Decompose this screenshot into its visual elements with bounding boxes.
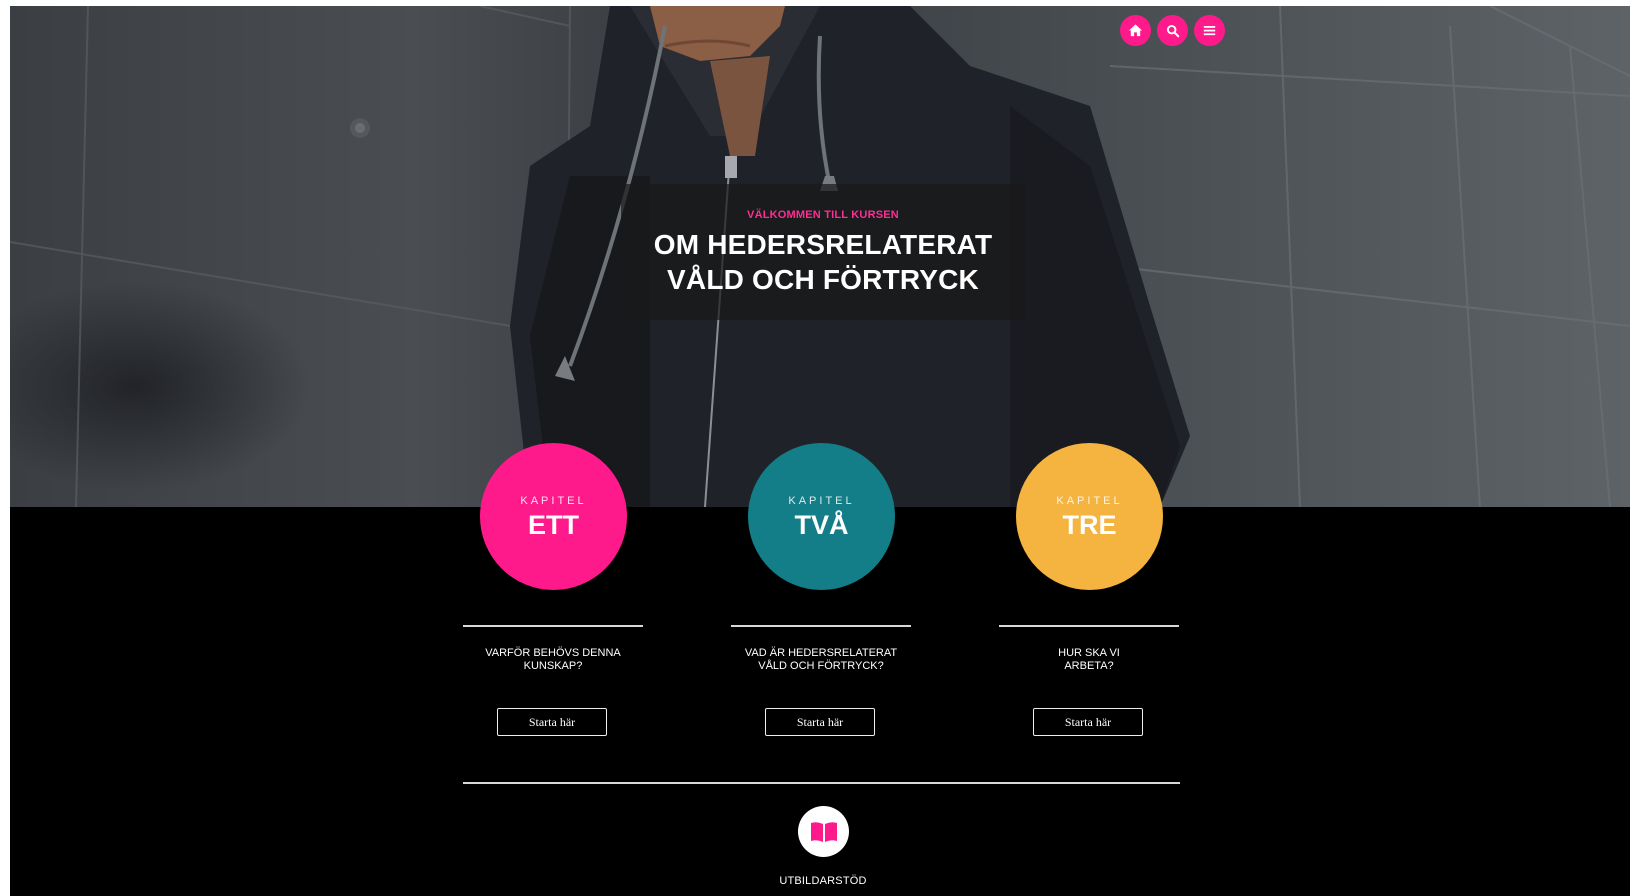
chapter-kicker: KAPITEL [788,495,855,507]
course-title-line-2: VÅLD OCH FÖRTRYCK [667,264,979,295]
home-icon [1128,24,1143,37]
chapter-divider [999,625,1179,627]
top-nav [1120,15,1225,46]
menu-icon [1203,26,1216,36]
search-icon [1166,24,1179,37]
start-chapter-2-button[interactable]: Starta här [765,708,875,736]
hero-image: VÄLKOMMEN TILL KURSEN OM HEDERSRELATERAT… [10,6,1630,507]
book-icon [810,821,837,842]
course-title: OM HEDERSRELATERAT VÅLD OCH FÖRTRYCK [621,227,1025,297]
start-chapter-1-button[interactable]: Starta här [497,708,607,736]
search-button[interactable] [1157,15,1188,46]
chapter-number: ETT [528,510,579,540]
section-divider [463,782,1180,784]
chapter-divider [731,625,911,627]
chapter-kicker: KAPITEL [520,495,587,507]
chapter-2-circle[interactable]: KAPITEL TVÅ [748,443,895,590]
course-kicker: VÄLKOMMEN TILL KURSEN [747,209,899,221]
home-button[interactable] [1120,15,1151,46]
chapter-3-circle[interactable]: KAPITEL TRE [1016,443,1163,590]
start-chapter-3-button[interactable]: Starta här [1033,708,1143,736]
page-frame: VÄLKOMMEN TILL KURSEN OM HEDERSRELATERAT… [10,6,1630,896]
chapter-question: HUR SKA VI ARBETA? [1058,647,1120,672]
trainer-support-button[interactable] [798,806,849,857]
chapter-question: VARFÖR BEHÖVS DENNA KUNSKAP? [485,647,621,672]
chapter-divider [463,625,643,627]
trainer-support-label: UTBILDARSTÖD [779,875,867,887]
chapter-number: TRE [1062,510,1117,540]
course-title-box: VÄLKOMMEN TILL KURSEN OM HEDERSRELATERAT… [621,184,1025,320]
menu-button[interactable] [1194,15,1225,46]
chapter-question: VAD ÄR HEDERSRELATERAT VÅLD OCH FÖRTRYCK… [744,647,898,672]
chapter-1-circle[interactable]: KAPITEL ETT [480,443,627,590]
chapter-number: TVÅ [794,510,849,540]
course-title-line-1: OM HEDERSRELATERAT [653,229,993,260]
chapter-kicker: KAPITEL [1056,495,1123,507]
